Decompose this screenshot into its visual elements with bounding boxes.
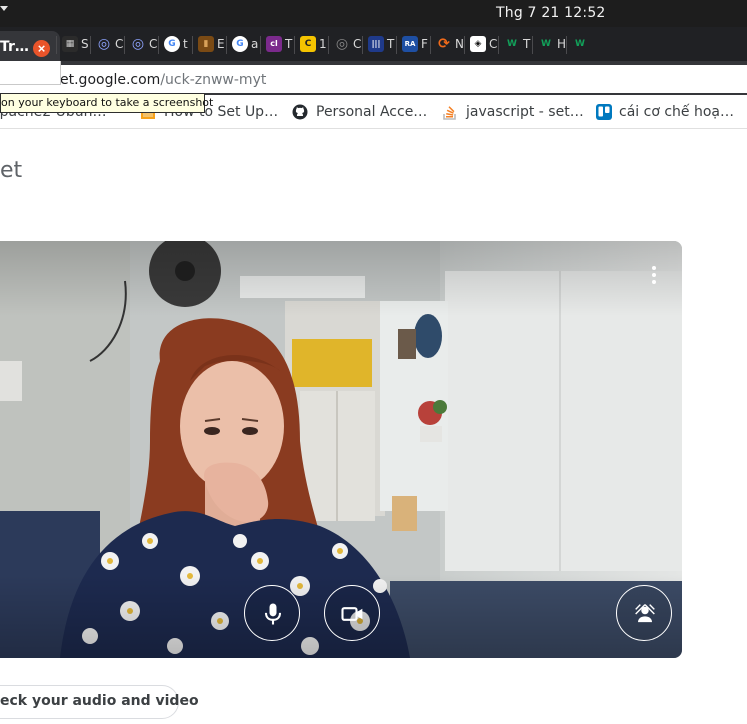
system-clock[interactable]: Thg 7 21 12:52: [496, 5, 606, 21]
browser-tab[interactable]: W: [566, 36, 600, 54]
camera-button[interactable]: [324, 585, 380, 641]
active-tab[interactable]: Tr… ×: [0, 31, 60, 61]
omnibox[interactable]: et.google.com/uck-znww-myt: [0, 65, 747, 93]
browser-tab[interactable]: Gt: [158, 36, 192, 54]
w-icon: W: [575, 39, 585, 49]
tab-title-fragment: T: [523, 37, 531, 51]
ra-icon: RA: [402, 36, 418, 52]
browser-tab[interactable]: WT: [498, 36, 532, 54]
bookmark-label: Personal Acce…: [316, 104, 428, 120]
tab-title-fragment: C: [115, 37, 124, 51]
url-text[interactable]: et.google.com/uck-znww-myt: [60, 72, 266, 88]
url-path: /uck-znww-myt: [160, 72, 267, 88]
check-audio-video-label: eck your audio and video: [0, 693, 199, 709]
tab-context-popup: [0, 61, 61, 85]
bookmark-personal-access[interactable]: Personal Acce…: [316, 104, 427, 120]
system-top-panel: Thg 7 21 12:52: [0, 0, 747, 27]
bookmark-javascript-set[interactable]: javascript - set…: [466, 104, 584, 120]
microphone-button[interactable]: [244, 585, 300, 641]
background-effects-button[interactable]: [616, 585, 672, 641]
w-icon: W: [541, 39, 551, 49]
bookmark-label: cái cơ chế hoạ…: [619, 104, 734, 120]
tab-title-fragment: E: [217, 37, 225, 51]
browser-tab[interactable]: ◎ C: [124, 36, 158, 54]
address-bar-row: et.google.com/uck-znww-myt: [0, 61, 747, 95]
more-options-icon[interactable]: [642, 263, 666, 287]
browser-tab[interactable]: ||| T: [362, 36, 396, 54]
browser-tab-strip: Tr… × ▦ S ◎ C ◎ C Gt ▮ E Ga cl T C 1 ◎ C ||| T RA F ⟳ N ◈ C W T W H…: [0, 27, 747, 61]
browser-tab[interactable]: ◈ C: [464, 36, 498, 54]
w-icon: W: [507, 39, 517, 49]
book-icon: ▮: [198, 36, 214, 52]
browser-tab[interactable]: ▮ E: [192, 36, 226, 54]
bookmark-label: javascript - set…: [466, 104, 584, 120]
bars-icon: |||: [368, 36, 384, 52]
tab-title-fragment: S: [81, 37, 89, 51]
browser-tab[interactable]: C1: [294, 36, 328, 54]
tab-title-fragment: T: [285, 37, 293, 51]
video-camera-icon: [341, 607, 363, 621]
globe-icon: ◎: [335, 36, 349, 52]
codepen-icon: ◈: [470, 36, 486, 52]
active-tab-title: Tr…: [0, 39, 29, 55]
browser-tab[interactable]: RA F: [396, 36, 430, 54]
tab-title-fragment: C: [353, 37, 362, 51]
page-title: et: [0, 158, 23, 183]
tab-title-fragment: 1: [319, 37, 327, 51]
browser-tab[interactable]: WH: [532, 36, 566, 54]
browser-tab[interactable]: ⟳ N: [430, 36, 464, 54]
colorlib-icon: cl: [266, 36, 282, 52]
bookmark-cai-co-che[interactable]: cái cơ chế hoạ…: [619, 104, 734, 120]
globe-icon: ◎: [97, 36, 111, 52]
stackoverflow-icon: [443, 106, 456, 120]
c-icon: C: [300, 36, 316, 52]
tab-title-fragment: T: [387, 37, 395, 51]
tab-title-fragment: t: [183, 37, 188, 51]
browser-tab[interactable]: ◎ C: [90, 36, 124, 54]
sitemap-icon: ▦: [62, 36, 78, 52]
trello-icon: [596, 104, 612, 120]
tab-title-fragment: C: [489, 37, 498, 51]
tab-title-fragment: H: [557, 37, 567, 51]
browser-tab[interactable]: Ga: [226, 36, 260, 54]
activities-arrow-icon[interactable]: [0, 6, 8, 11]
background-effects-icon: [635, 604, 655, 623]
tab-title-fragment: a: [251, 37, 259, 51]
screenshot-tooltip: on your keyboard to take a screenshot: [0, 93, 213, 113]
url-host: et.google.com: [60, 72, 161, 88]
microphone-icon: [264, 603, 282, 625]
close-tab-icon[interactable]: ×: [33, 40, 50, 57]
browser-tab[interactable]: cl T: [260, 36, 294, 54]
browser-tab[interactable]: ◎ C: [328, 36, 362, 54]
google-icon: G: [164, 36, 180, 52]
github-icon: [292, 104, 308, 120]
refresh-icon: ⟳: [438, 36, 450, 52]
google-icon: G: [232, 36, 248, 52]
browser-tab[interactable]: ▦ S: [56, 36, 90, 54]
tab-title-fragment: F: [421, 37, 428, 51]
globe-icon: ◎: [131, 36, 145, 52]
tab-title-fragment: C: [149, 37, 158, 51]
tab-title-fragment: N: [455, 37, 464, 51]
